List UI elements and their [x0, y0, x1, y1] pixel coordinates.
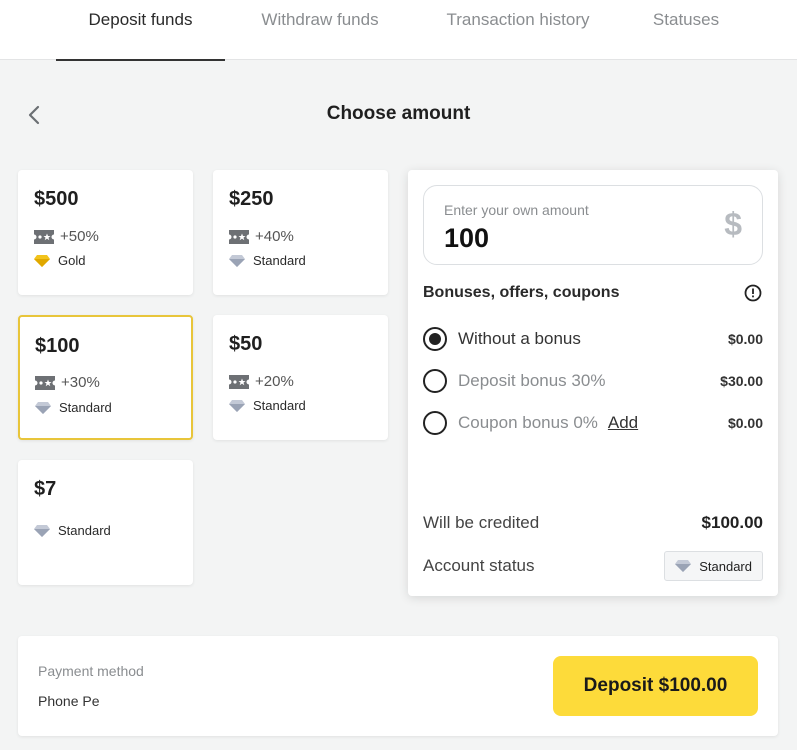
- card-bonus: +50%: [34, 228, 99, 245]
- card-status: Standard: [229, 253, 306, 268]
- ticket-icon: [229, 374, 249, 389]
- tab-transaction-history[interactable]: Transaction history: [424, 0, 612, 60]
- bonuses-title: Bonuses, offers, coupons: [423, 284, 620, 301]
- gold-gem-icon: [34, 254, 50, 267]
- top-tab-bar: Deposit funds Withdraw funds Transaction…: [0, 0, 797, 61]
- diamond-icon: [229, 254, 245, 267]
- bonus-option-none[interactable]: Without a bonus $0.00: [423, 326, 763, 352]
- custom-amount-input[interactable]: [444, 223, 694, 254]
- tab-withdraw-funds[interactable]: Withdraw funds: [236, 0, 404, 60]
- payment-method-label: Payment method: [38, 663, 144, 679]
- dollar-icon: $: [724, 206, 742, 242]
- custom-amount-field[interactable]: Enter your own amount $: [423, 185, 763, 265]
- card-bonus: +40%: [229, 228, 294, 245]
- diamond-icon: [675, 560, 692, 572]
- credited-value: $100.00: [701, 513, 763, 532]
- info-icon[interactable]: [744, 284, 762, 302]
- custom-amount-label: Enter your own amount: [444, 202, 589, 218]
- amount-card-7[interactable]: $7 Standard: [18, 460, 193, 585]
- status-badge: Standard: [664, 551, 763, 581]
- credited-row: Will be credited $100.00: [423, 513, 763, 532]
- bonus-option-deposit[interactable]: Deposit bonus 30% $30.00: [423, 368, 763, 394]
- amount-card-500[interactable]: $500 +50% Gold: [18, 170, 193, 295]
- bonus-option-coupon[interactable]: Coupon bonus 0% Add $0.00: [423, 410, 763, 436]
- page-title: Choose amount: [326, 103, 471, 124]
- deposit-button[interactable]: Deposit $100.00: [553, 656, 758, 716]
- card-amount: $50: [229, 333, 263, 355]
- card-amount: $7: [34, 478, 57, 500]
- radio-checked[interactable]: [423, 327, 447, 351]
- card-status: Gold: [34, 253, 85, 268]
- tab-deposit-funds[interactable]: Deposit funds: [56, 0, 225, 61]
- diamond-icon: [229, 399, 245, 412]
- ticket-icon: [229, 229, 249, 244]
- card-status: Standard: [34, 523, 111, 538]
- add-coupon-link[interactable]: Add: [608, 413, 638, 433]
- active-tab-indicator: [56, 59, 225, 61]
- amount-card-100[interactable]: $100 +30% Standard: [18, 315, 193, 440]
- card-status: Standard: [229, 398, 306, 413]
- ticket-icon: [35, 375, 55, 390]
- account-status-row: Account status Standard: [423, 551, 763, 581]
- ticket-icon: [34, 229, 54, 244]
- deposit-summary-panel: Enter your own amount $ Bonuses, offers,…: [408, 170, 778, 596]
- radio-unchecked[interactable]: [423, 369, 447, 393]
- tab-statuses[interactable]: Statuses: [632, 0, 740, 60]
- card-amount: $500: [34, 188, 79, 210]
- payment-method-value[interactable]: Phone Pe: [38, 693, 100, 709]
- card-status: Standard: [35, 400, 112, 415]
- diamond-icon: [34, 524, 50, 537]
- card-bonus: +20%: [229, 373, 294, 390]
- diamond-icon: [35, 401, 51, 414]
- payment-bar: Payment method Phone Pe Deposit $100.00: [18, 636, 778, 736]
- radio-unchecked[interactable]: [423, 411, 447, 435]
- card-bonus: +30%: [35, 374, 100, 391]
- card-amount: $250: [229, 188, 274, 210]
- amount-card-50[interactable]: $50 +20% Standard: [213, 315, 388, 440]
- card-amount: $100: [35, 335, 80, 357]
- amount-card-250[interactable]: $250 +40% Standard: [213, 170, 388, 295]
